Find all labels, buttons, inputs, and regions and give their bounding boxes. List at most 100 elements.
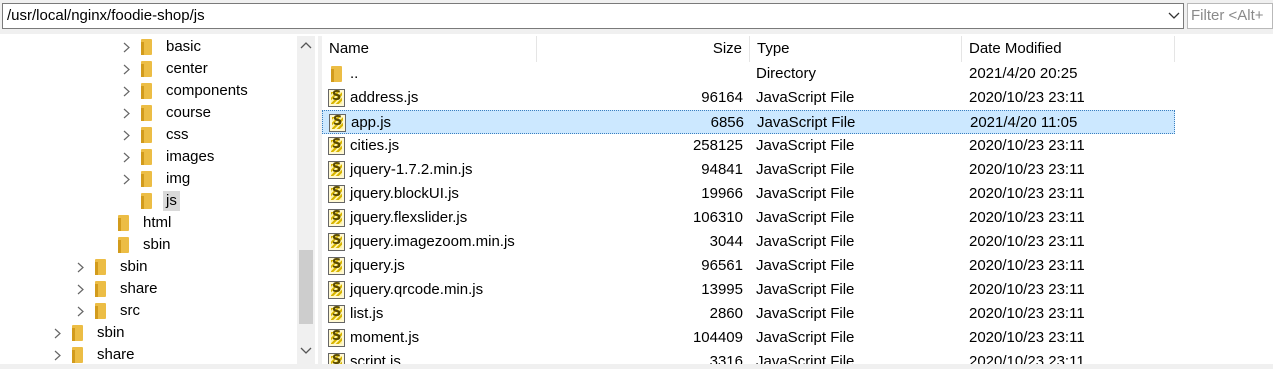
file-date-modified: 2020/10/23 23:11 [969, 329, 1085, 346]
file-row[interactable]: script.js 3316 JavaScript File 2020/10/23 2… [322, 350, 1175, 364]
tree-item-label: img [166, 170, 191, 187]
js-file-icon [328, 161, 345, 179]
folder-icon [141, 39, 153, 55]
chevron-right-icon[interactable] [121, 80, 131, 102]
file-type: JavaScript File [756, 281, 855, 298]
file-list: Name Size Type Date Modified .. Directory… [322, 36, 1273, 364]
file-row[interactable]: app.js 6856 JavaScript File 2021/4/20 11:05 [322, 110, 1175, 134]
tree-item[interactable]: course [121, 102, 214, 124]
file-size: 104409 [692, 329, 743, 346]
file-date-modified: 2020/10/23 23:11 [969, 185, 1085, 202]
column-date-modified[interactable]: Date Modified [962, 36, 1175, 62]
file-row[interactable]: jquery.imagezoom.min.js 3044 JavaScript Fi… [322, 230, 1175, 254]
directory-tree: basic center components course css images img j… [0, 36, 318, 364]
tree-item[interactable]: sbin [75, 256, 151, 278]
chevron-right-icon[interactable] [121, 36, 131, 58]
file-type: JavaScript File [757, 114, 856, 131]
file-row[interactable]: jquery.flexslider.js 106310 JavaScript Fil… [322, 206, 1175, 230]
file-row[interactable]: jquery.js 96561 JavaScript File 2020/10/23 … [322, 254, 1175, 278]
tree-item[interactable]: share [75, 278, 161, 300]
file-name: address.js [350, 89, 419, 106]
file-size: 3044 [709, 233, 743, 250]
folder-icon [72, 347, 84, 363]
file-size: 258125 [692, 137, 743, 154]
scroll-up-icon[interactable] [297, 36, 315, 54]
file-date-modified: 2020/10/23 23:11 [969, 161, 1085, 178]
file-size: 2860 [709, 305, 743, 322]
file-type: JavaScript File [756, 233, 855, 250]
file-row[interactable]: jquery-1.7.2.min.js 94841 JavaScript File 2… [322, 158, 1175, 182]
js-file-icon [328, 329, 345, 347]
file-name: jquery-1.7.2.min.js [350, 161, 473, 178]
file-name: jquery.blockUI.js [350, 185, 459, 202]
tree-item[interactable]: html [98, 212, 174, 234]
file-date-modified: 2020/10/23 23:11 [969, 209, 1085, 226]
filter-input[interactable]: Filter <Alt+ [1187, 3, 1273, 29]
column-size[interactable]: Size [537, 36, 750, 62]
chevron-right-icon[interactable] [52, 344, 62, 364]
file-size: 13995 [701, 281, 743, 298]
file-date-modified: 2020/10/23 23:11 [969, 233, 1085, 250]
file-date-modified: 2021/4/20 11:05 [970, 114, 1078, 131]
chevron-right-icon[interactable] [121, 58, 131, 80]
chevron-right-icon[interactable] [121, 124, 131, 146]
chevron-right-icon[interactable] [52, 322, 62, 344]
tree-item-label: components [166, 82, 248, 99]
chevron-right-icon[interactable] [121, 102, 131, 124]
folder-icon [141, 149, 153, 165]
status-edge [0, 364, 1273, 369]
scroll-down-icon[interactable] [297, 342, 315, 360]
file-size [537, 62, 743, 86]
js-file-icon [328, 137, 345, 155]
path-input[interactable]: /usr/local/nginx/foodie-shop/js [2, 3, 1184, 29]
column-header: Name Size Type Date Modified [322, 36, 1273, 62]
folder-icon [95, 259, 107, 275]
tree-item[interactable]: sbin [98, 234, 174, 256]
tree-item[interactable]: sbin [52, 322, 128, 344]
chevron-right-icon[interactable] [121, 146, 131, 168]
file-name: script.js [350, 353, 401, 364]
tree-scrollbar[interactable] [297, 36, 315, 364]
tree-item-label: sbin [120, 258, 148, 275]
js-file-icon [328, 233, 345, 251]
file-row[interactable]: cities.js 258125 JavaScript File 2020/10/23… [322, 134, 1175, 158]
tree-item-label: html [143, 214, 172, 231]
file-row[interactable]: jquery.qrcode.min.js 13995 JavaScript File… [322, 278, 1175, 302]
tree-item[interactable]: images [121, 146, 217, 168]
tree-item[interactable]: center [121, 58, 211, 80]
tree-item[interactable]: basic [121, 36, 204, 58]
file-name: jquery.imagezoom.min.js [350, 233, 515, 250]
file-row[interactable]: list.js 2860 JavaScript File 2020/10/23 23:… [322, 302, 1175, 326]
file-row[interactable]: jquery.blockUI.js 19966 JavaScript File 202… [322, 182, 1175, 206]
file-size: 94841 [701, 161, 743, 178]
tree-item[interactable]: share [52, 344, 138, 364]
file-date-modified: 2020/10/23 23:11 [969, 353, 1085, 364]
chevron-right-icon[interactable] [121, 168, 131, 190]
file-type: JavaScript File [756, 137, 855, 154]
chevron-right-icon[interactable] [75, 256, 85, 278]
column-name[interactable]: Name [322, 36, 537, 62]
file-row[interactable]: .. Directory 2021/4/20 20:25 [322, 62, 1175, 86]
file-name: cities.js [350, 137, 400, 154]
file-row[interactable]: address.js 96164 JavaScript File 2020/10/23… [322, 86, 1175, 110]
tree-item[interactable]: js [121, 190, 180, 212]
tree-item[interactable]: img [121, 168, 193, 190]
chevron-right-icon[interactable] [75, 300, 85, 322]
file-type: Directory [756, 65, 817, 82]
path-bar: /usr/local/nginx/foodie-shop/js Filter <… [0, 0, 1273, 34]
tree-item[interactable]: src [75, 300, 143, 322]
file-row[interactable]: moment.js 104409 JavaScript File 2020/10/23… [322, 326, 1175, 350]
tree-item-label: share [120, 280, 158, 297]
file-date-modified: 2020/10/23 23:11 [969, 305, 1085, 322]
file-name: list.js [350, 305, 384, 322]
tree-item[interactable]: components [121, 80, 251, 102]
folder-icon [141, 193, 153, 209]
tree-item[interactable]: css [121, 124, 192, 146]
column-type[interactable]: Type [750, 36, 962, 62]
js-file-icon [329, 114, 346, 132]
scrollbar-thumb[interactable] [299, 250, 313, 324]
tree-item-label: course [166, 104, 212, 121]
file-name: moment.js [350, 329, 420, 346]
chevron-down-icon[interactable] [1166, 5, 1182, 27]
chevron-right-icon[interactable] [75, 278, 85, 300]
